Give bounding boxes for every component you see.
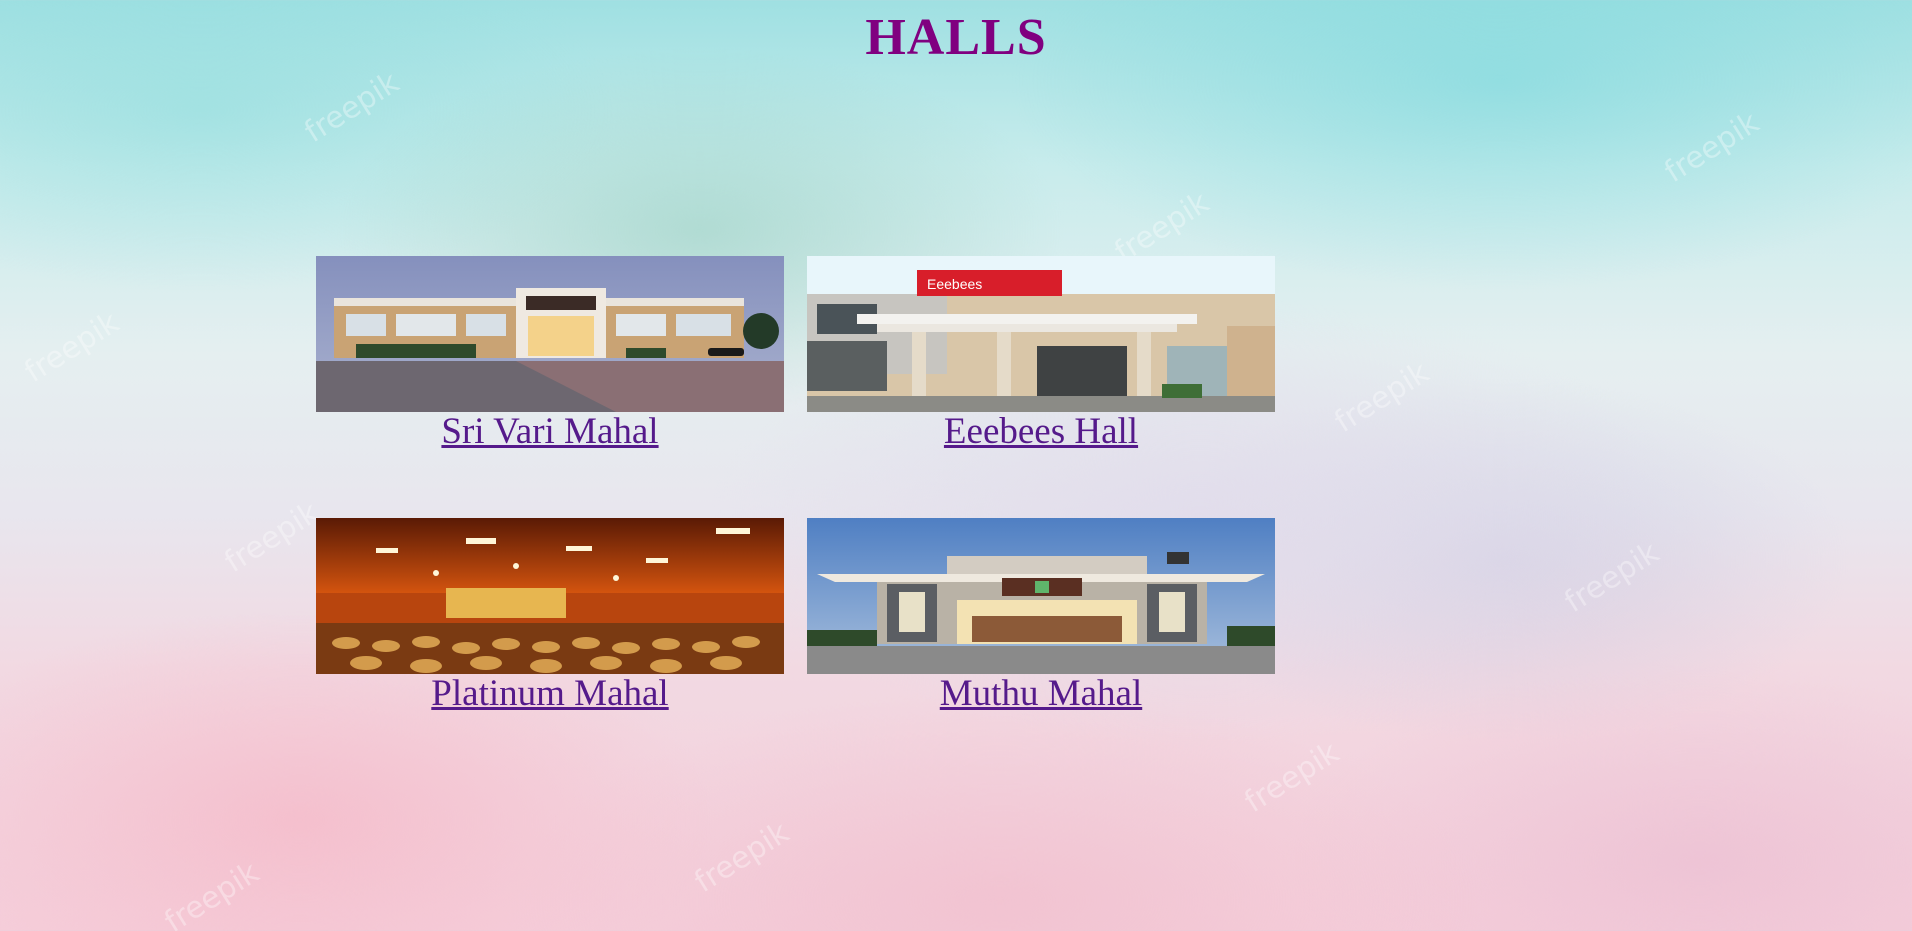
building-photo (316, 256, 784, 412)
hall-link-muthu-mahal[interactable]: Muthu Mahal (807, 672, 1275, 715)
hall-link-platinum-mahal[interactable]: Platinum Mahal (316, 672, 784, 715)
watermark-text: freepik (688, 815, 796, 900)
hall-link-sri-vari-mahal[interactable]: Sri Vari Mahal (316, 410, 784, 453)
hall-photo-muthu-mahal[interactable] (807, 518, 1275, 674)
sign-text: Eeebees (927, 276, 982, 292)
watermark-text: freepik (18, 305, 126, 390)
watermark-text: freepik (158, 855, 266, 931)
watermark-text: freepik (218, 495, 326, 580)
hall-link-eeebees-hall[interactable]: Eeebees Hall (807, 410, 1275, 453)
watermark-text: freepik (1238, 735, 1346, 820)
hall-photo-platinum-mahal[interactable] (316, 518, 784, 674)
interior-photo (316, 518, 784, 674)
building-photo (807, 518, 1275, 674)
hall-photo-eeebees-hall[interactable]: Eeebees (807, 256, 1275, 412)
watermark-text: freepik (1558, 535, 1666, 620)
page-title: HALLS (865, 9, 1047, 66)
watermark-text: freepik (1328, 355, 1436, 440)
watermark-text: freepik (1658, 105, 1766, 190)
building-photo: Eeebees (807, 256, 1275, 412)
watermark-text: freepik (298, 65, 406, 150)
hall-photo-sri-vari-mahal[interactable] (316, 256, 784, 412)
